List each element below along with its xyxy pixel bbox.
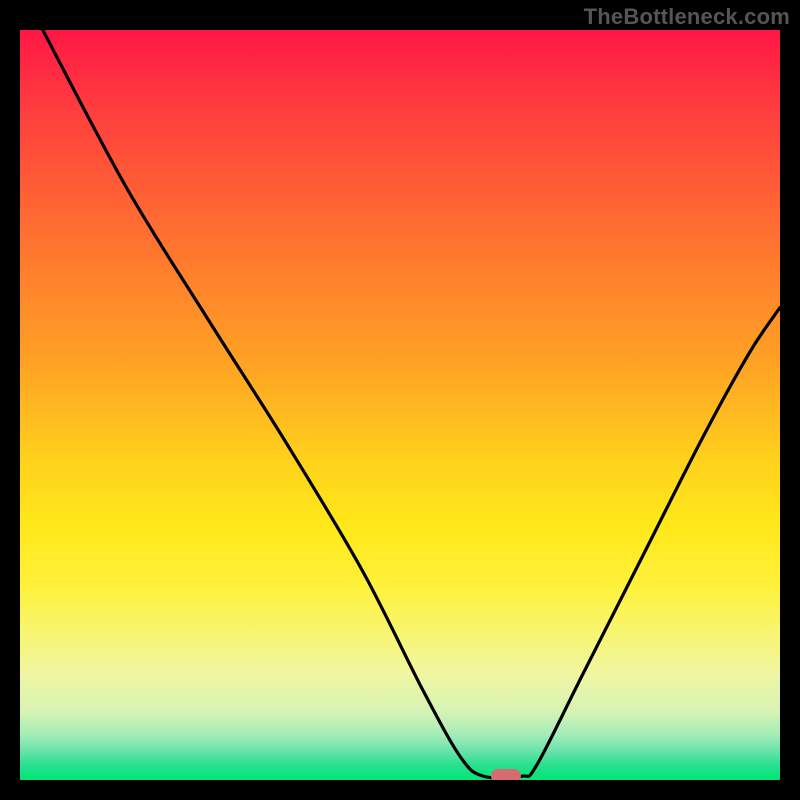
- curve-path: [43, 30, 780, 778]
- minimum-marker: [491, 769, 521, 780]
- plot-area: [20, 30, 780, 780]
- line-curve: [20, 30, 780, 780]
- chart-frame: TheBottleneck.com: [0, 0, 800, 800]
- watermark-text: TheBottleneck.com: [584, 4, 790, 30]
